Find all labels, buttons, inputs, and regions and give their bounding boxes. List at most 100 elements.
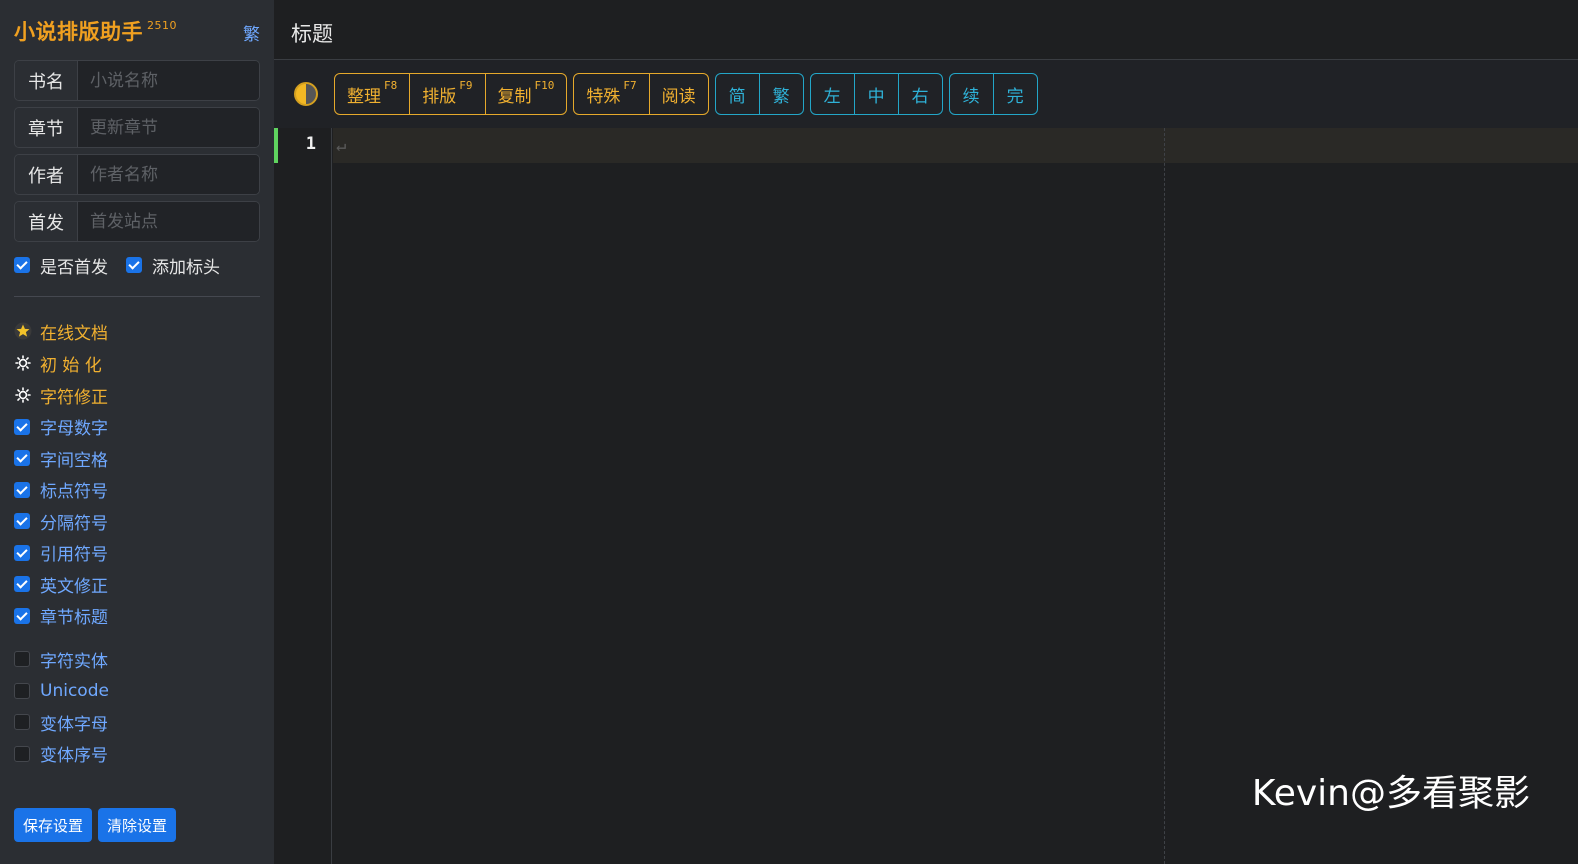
align-button-group: 左 中 右 — [809, 73, 943, 115]
copy-button-label: 复制 — [497, 86, 532, 107]
chapter-label: 章节 — [15, 108, 78, 147]
clear-settings-button[interactable]: 清除设置 — [98, 808, 177, 842]
special-button-group: 特殊 F7 阅读 — [573, 73, 709, 115]
option-char-spacing-label: 字间空格 — [40, 450, 108, 471]
first-site-input[interactable] — [78, 202, 259, 241]
chapter-input[interactable] — [78, 108, 259, 147]
option-alnum-checkbox[interactable] — [14, 418, 30, 435]
read-button[interactable]: 阅读 — [648, 74, 708, 114]
option-english-fix[interactable]: 英文修正 — [14, 569, 260, 601]
first-release-label: 是否首发 — [40, 257, 108, 278]
option-variant-number[interactable]: 变体序号 — [14, 738, 260, 770]
tidy-shortcut: F8 — [384, 78, 398, 92]
option-punctuation[interactable]: 标点符号 — [14, 474, 260, 506]
option-variant-letter[interactable]: 变体字母 — [14, 707, 260, 739]
option-char-spacing-checkbox[interactable] — [14, 450, 30, 467]
copy-shortcut: F10 — [534, 78, 555, 92]
finished-button[interactable]: 完 — [992, 74, 1037, 114]
option-punctuation-checkbox[interactable] — [14, 481, 30, 498]
option-separator-checkbox[interactable] — [14, 513, 30, 530]
add-header-label: 添加标头 — [152, 257, 220, 278]
main-area: 标题 整理F8 排版F9 复制F10 特殊F7 阅读 简 繁 左 中 右 — [274, 0, 1578, 864]
align-right-button[interactable]: 右 — [897, 74, 942, 114]
align-center-button[interactable]: 中 — [853, 74, 898, 114]
book-name-label: 书名 — [15, 61, 78, 100]
option-variant-number-checkbox[interactable] — [14, 745, 30, 762]
option-separator[interactable]: 分隔符号 — [14, 506, 260, 538]
option-unicode-checkbox[interactable] — [14, 682, 30, 699]
title-bar: 标题 — [274, 0, 1578, 60]
script-button-group: 简 繁 — [714, 73, 804, 115]
menu-online-docs-label: 在线文档 — [40, 323, 108, 344]
option-separator-label: 分隔符号 — [40, 513, 108, 534]
first-release-checkbox[interactable] — [14, 257, 30, 273]
line-gutter: 1 — [278, 128, 332, 864]
text-editor[interactable]: 1 ↵ — [274, 128, 1578, 864]
continued-button[interactable]: 续 — [950, 74, 993, 114]
option-unicode[interactable]: Unicode — [14, 675, 260, 707]
special-button[interactable]: 特殊 F7 — [574, 74, 648, 114]
option-char-spacing[interactable]: 字间空格 — [14, 443, 260, 475]
simplified-button[interactable]: 简 — [716, 74, 759, 114]
brand-header: 小说排版助手 2510 繁 — [14, 0, 260, 60]
option-variant-letter-label: 变体字母 — [40, 714, 108, 735]
status-button-group: 续 完 — [948, 73, 1038, 115]
option-unicode-label: Unicode — [40, 680, 109, 701]
menu-online-docs[interactable]: 在线文档 — [14, 315, 260, 347]
menu-char-fix[interactable]: 字符修正 — [14, 379, 260, 411]
menu-initialize[interactable]: 初 始 化 — [14, 347, 260, 379]
option-english-fix-checkbox[interactable] — [14, 576, 30, 593]
option-variant-letter-checkbox[interactable] — [14, 714, 30, 731]
option-char-entity[interactable]: 字符实体 — [14, 644, 260, 676]
option-chapter-title-checkbox[interactable] — [14, 607, 30, 624]
book-name-input[interactable] — [78, 61, 259, 100]
layout-shortcut: F9 — [459, 78, 473, 92]
traditional-button[interactable]: 繁 — [758, 74, 803, 114]
option-chapter-title[interactable]: 章节标题 — [14, 600, 260, 632]
author-field: 作者 — [14, 154, 260, 195]
first-release-option[interactable]: 是否首发 — [14, 253, 108, 278]
tidy-button-label: 整理 — [347, 86, 381, 107]
column-ruler — [1164, 128, 1165, 864]
align-left-button[interactable]: 左 — [811, 74, 854, 114]
header-options: 是否首发 添加标头 — [14, 248, 260, 282]
option-quote[interactable]: 引用符号 — [14, 537, 260, 569]
author-label: 作者 — [15, 155, 78, 194]
option-alnum[interactable]: 字母数字 — [14, 411, 260, 443]
page-title[interactable]: 标题 — [291, 22, 333, 46]
read-button-label: 阅读 — [661, 86, 696, 107]
sidebar-divider — [14, 296, 260, 297]
paragraph-mark-icon: ↵ — [336, 136, 347, 156]
app-version: 2510 — [147, 19, 177, 32]
menu-char-fix-label: 字符修正 — [40, 387, 108, 408]
tidy-button[interactable]: 整理 F8 — [335, 74, 409, 114]
option-char-entity-checkbox[interactable] — [14, 651, 30, 668]
author-input[interactable] — [78, 155, 259, 194]
gear-icon — [14, 386, 32, 404]
theme-toggle-icon[interactable] — [294, 82, 318, 106]
save-settings-button[interactable]: 保存设置 — [14, 808, 93, 842]
layout-button-label: 排版 — [422, 86, 457, 107]
option-chapter-title-label: 章节标题 — [40, 608, 108, 629]
option-char-entity-label: 字符实体 — [40, 651, 108, 672]
option-alnum-label: 字母数字 — [40, 419, 108, 440]
add-header-option[interactable]: 添加标头 — [126, 253, 220, 278]
traditional-chinese-toggle[interactable]: 繁 — [243, 20, 260, 45]
app: 小说排版助手 2510 繁 书名 章节 作者 首发 是否首发 — [0, 0, 1578, 864]
book-name-field: 书名 — [14, 60, 260, 101]
toolbar: 整理 F8 排版 F9 复制 F10 特殊 F7 阅读 简 繁 左 中 右 续 完 — [274, 60, 1578, 128]
option-english-fix-label: 英文修正 — [40, 576, 108, 597]
gear-icon — [14, 354, 32, 372]
layout-button[interactable]: 排版 F9 — [409, 74, 484, 114]
option-gap — [14, 632, 260, 644]
special-shortcut: F7 — [623, 78, 637, 92]
copy-button[interactable]: 复制 F10 — [484, 74, 567, 114]
option-quote-label: 引用符号 — [40, 545, 108, 566]
add-header-checkbox[interactable] — [126, 257, 142, 273]
star-icon — [14, 322, 32, 340]
settings-buttons: 保存设置 清除设置 — [14, 808, 177, 842]
menu-initialize-label: 初 始 化 — [40, 355, 102, 376]
first-site-field: 首发 — [14, 201, 260, 242]
watermark: Kevin@多看聚影 — [1251, 773, 1530, 814]
option-quote-checkbox[interactable] — [14, 544, 30, 561]
